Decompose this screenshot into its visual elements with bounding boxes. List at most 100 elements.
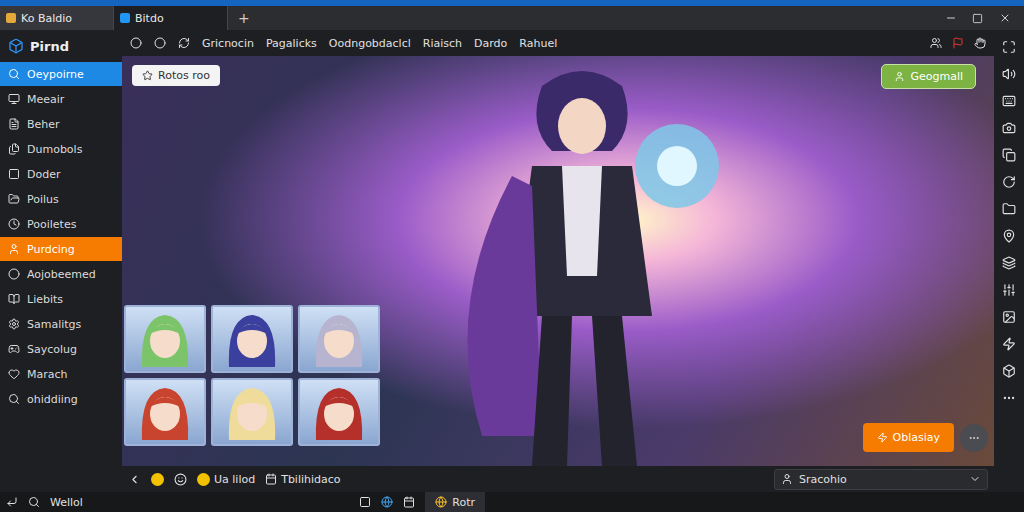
users-icon — [930, 37, 942, 49]
taskbar-app[interactable]: Rotr — [425, 492, 485, 512]
tool-icon[interactable] — [1002, 256, 1016, 270]
tool-icon[interactable] — [1002, 175, 1016, 189]
browser-tab[interactable]: Bitdo — [114, 6, 228, 30]
sidebar: PirndOeypoirneMeeairBeherDumobolsDoderPo… — [0, 30, 122, 492]
sidebar-item[interactable]: Samalitgs — [0, 312, 122, 336]
sidebar-item[interactable]: Pooiletes — [0, 212, 122, 236]
character-thumbnail[interactable] — [211, 305, 293, 373]
menu-icon — [8, 168, 20, 180]
emoji-icon[interactable] — [151, 473, 164, 486]
menu-icon — [8, 243, 20, 255]
sidebar-item[interactable]: Doder — [0, 162, 122, 186]
toolbar-link[interactable]: Gricnocin — [202, 37, 254, 50]
top-action-button[interactable]: Geogmall — [881, 64, 976, 89]
character-portrait-icon — [213, 380, 291, 440]
menu-icon — [8, 393, 20, 405]
cube-logo-icon — [8, 38, 24, 54]
close-icon — [999, 12, 1011, 24]
menu-icon — [8, 68, 20, 80]
character-grid — [124, 305, 380, 446]
sidebar-header: Pirnd — [0, 30, 122, 62]
new-tab-button[interactable]: + — [228, 10, 260, 26]
more-icon — [968, 432, 980, 444]
character-thumbnail[interactable] — [124, 305, 206, 373]
character-thumbnail[interactable] — [124, 378, 206, 446]
calendar-icon — [403, 496, 415, 508]
tool-icon[interactable] — [1002, 310, 1016, 324]
return-icon — [6, 496, 18, 508]
tool-icon[interactable] — [1002, 148, 1016, 162]
circle-icon — [154, 37, 166, 49]
character-portrait-icon — [300, 380, 378, 440]
character-thumbnail[interactable] — [298, 378, 380, 446]
tool-icon[interactable] — [1002, 391, 1016, 405]
maximize-button[interactable] — [964, 13, 991, 24]
tool-icon[interactable] — [1002, 67, 1016, 81]
sidebar-item[interactable]: Marach — [0, 362, 122, 386]
sidebar-item[interactable]: Saycolug — [0, 337, 122, 361]
smile-icon — [174, 473, 187, 486]
back-icon — [128, 473, 141, 486]
main-area: PirndOeypoirneMeeairBeherDumobolsDoderPo… — [0, 30, 1024, 492]
toolbar-link[interactable]: Pagalicks — [266, 37, 317, 50]
app-window: Ko BaldioBitdo+PirndOeypoirneMeeairBeher… — [0, 0, 1024, 512]
sidebar-item[interactable]: Beher — [0, 112, 122, 136]
maximize-icon — [972, 13, 983, 24]
sidebar-item[interactable]: Meeair — [0, 87, 122, 111]
refresh-icon — [178, 37, 190, 49]
sidebar-item[interactable]: Purdcing — [0, 237, 122, 261]
tool-icon[interactable] — [1002, 283, 1016, 297]
sidebar-item[interactable]: Oeypoirne — [0, 62, 122, 86]
app-icon — [6, 13, 16, 23]
tool-icon[interactable] — [1002, 94, 1016, 108]
round-button[interactable] — [960, 424, 988, 452]
toolbar: Gricnocin Pagalicks Oodngobdaclcl Riaisch Da… — [122, 30, 994, 56]
browser-tab[interactable]: Ko Baldio — [0, 6, 114, 30]
character-thumbnail[interactable] — [211, 378, 293, 446]
tool-icon[interactable] — [1002, 40, 1016, 54]
bottom-link[interactable]: Ua lilod — [197, 473, 255, 486]
hand-icon — [974, 37, 986, 49]
tool-icon[interactable] — [1002, 364, 1016, 378]
tool-icon[interactable] — [1002, 202, 1016, 216]
bolt-icon — [877, 432, 888, 443]
bottom-link[interactable]: Tbilihidaco — [265, 473, 340, 486]
menu-icon — [8, 93, 20, 105]
tab-bar: Ko BaldioBitdo+ — [0, 6, 1024, 30]
sidebar-item[interactable]: Aojobeemed — [0, 262, 122, 286]
calendar-icon — [265, 473, 277, 485]
hero-figure-icon — [422, 56, 742, 466]
user-icon — [781, 473, 793, 485]
menu-icon — [8, 343, 20, 355]
sidebar-item[interactable]: Dumobols — [0, 137, 122, 161]
chevron-down-icon — [969, 473, 981, 485]
user-icon — [894, 71, 905, 82]
close-button[interactable] — [991, 12, 1018, 24]
menu-icon — [8, 318, 20, 330]
minimize-button[interactable] — [937, 12, 964, 24]
character-thumbnail[interactable] — [298, 305, 380, 373]
sidebar-item[interactable]: Liebits — [0, 287, 122, 311]
taskbar-search[interactable]: Wellol — [50, 496, 83, 509]
tool-icon[interactable] — [1002, 121, 1016, 135]
play-button[interactable]: Oblasiay — [863, 423, 954, 452]
character-portrait-icon — [213, 307, 291, 367]
menu-icon — [8, 193, 20, 205]
mode-badge[interactable]: Rotos roo — [132, 65, 220, 86]
menu-icon — [8, 268, 20, 280]
toolbar-link[interactable]: Oodngobdaclcl — [329, 37, 411, 50]
account-select[interactable]: Sracohio — [774, 469, 988, 490]
toolbar-icons — [930, 37, 986, 49]
tool-icon[interactable] — [1002, 229, 1016, 243]
star-icon — [142, 70, 153, 81]
chrome-icon — [435, 496, 447, 508]
toolbar-link[interactable]: Rahuel — [519, 37, 557, 50]
toolbar-link[interactable]: Riaisch — [423, 37, 462, 50]
menu-icon — [8, 118, 20, 130]
tool-icon[interactable] — [1002, 337, 1016, 351]
sidebar-item[interactable]: ohiddiing — [0, 387, 122, 411]
sidebar-item[interactable]: Poilus — [0, 187, 122, 211]
toolbar-link[interactable]: Dardo — [474, 37, 507, 50]
game-screen[interactable]: Rotos roo Geogmall Oblasiay — [122, 56, 994, 466]
dot-icon — [197, 473, 210, 486]
